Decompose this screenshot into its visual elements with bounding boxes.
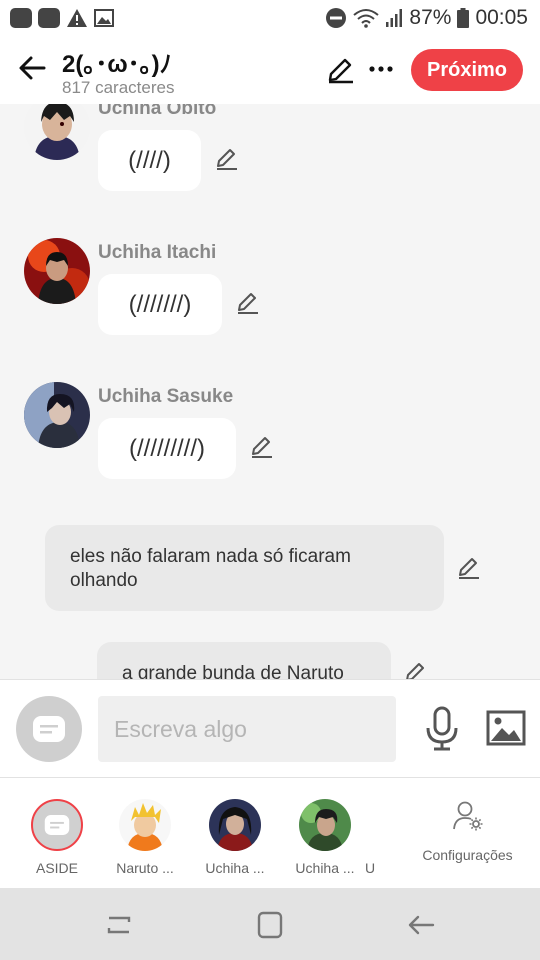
character-item[interactable]: ASIDE bbox=[11, 778, 101, 888]
user-settings-icon bbox=[453, 801, 483, 831]
character-portrait bbox=[24, 382, 90, 448]
image-icon[interactable] bbox=[486, 710, 526, 746]
message-bubble[interactable]: (///////) bbox=[98, 274, 222, 335]
avatar bbox=[119, 799, 171, 851]
more-options-button[interactable] bbox=[366, 54, 396, 84]
character-item[interactable]: Naruto ... bbox=[99, 778, 189, 888]
warning-icon bbox=[67, 9, 87, 27]
settings-label: Configurações bbox=[422, 847, 513, 863]
avatar bbox=[299, 799, 351, 851]
avatar bbox=[209, 799, 261, 851]
edit-message-icon[interactable] bbox=[403, 660, 429, 679]
message-input[interactable] bbox=[98, 696, 396, 762]
character-name: Uchiha Obito bbox=[98, 104, 217, 119]
character-item[interactable]: U bbox=[345, 778, 395, 888]
signal-icon bbox=[386, 9, 403, 27]
edit-message-icon[interactable] bbox=[214, 146, 240, 172]
character-label: Naruto ... bbox=[116, 860, 174, 876]
status-bar: 87% 00:05 bbox=[0, 0, 540, 36]
character-portrait bbox=[299, 799, 351, 851]
chat-bubble-icon bbox=[44, 815, 70, 835]
character-portrait bbox=[24, 238, 90, 304]
top-bar: 2(｡･ω･｡)ﾉ 817 caracteres Próximo bbox=[0, 36, 540, 104]
microphone-icon[interactable] bbox=[424, 706, 460, 752]
avatar[interactable] bbox=[24, 104, 90, 160]
edit-message-icon[interactable] bbox=[235, 290, 261, 316]
more-dots-icon bbox=[369, 66, 393, 72]
back-arrow-icon[interactable] bbox=[16, 52, 48, 84]
clock: 00:05 bbox=[475, 6, 528, 29]
wifi-icon bbox=[353, 9, 380, 28]
character-item[interactable]: Uchiha ... bbox=[189, 778, 279, 888]
next-button[interactable]: Próximo bbox=[411, 49, 523, 91]
battery-icon bbox=[457, 8, 470, 28]
composer-bar bbox=[0, 679, 540, 778]
chat-bubble-icon bbox=[33, 716, 65, 742]
edit-message-icon[interactable] bbox=[249, 434, 275, 460]
edit-icon[interactable] bbox=[326, 56, 356, 84]
narration-bubble[interactable]: eles não falaram nada só ficaram olhando bbox=[45, 525, 444, 611]
system-nav-bar bbox=[0, 888, 540, 960]
app-notification-icon bbox=[38, 8, 60, 28]
character-name: Uchiha Sasuke bbox=[98, 386, 234, 407]
page-title: 2(｡･ω･｡)ﾉ bbox=[62, 51, 172, 78]
app-notification-icon bbox=[10, 8, 32, 28]
notification-icons bbox=[10, 8, 114, 28]
system-back-icon[interactable] bbox=[405, 910, 437, 940]
character-portrait bbox=[24, 104, 90, 160]
avatar[interactable] bbox=[24, 382, 90, 448]
aside-selector-button[interactable] bbox=[16, 696, 82, 762]
narration-bubble[interactable]: a grande bunda de Naruto bbox=[97, 642, 391, 679]
do-not-disturb-icon bbox=[326, 8, 347, 28]
character-portrait bbox=[119, 799, 171, 851]
home-icon[interactable] bbox=[254, 910, 286, 940]
character-label: Uchiha ... bbox=[205, 860, 265, 876]
recent-apps-icon[interactable] bbox=[103, 910, 135, 940]
character-count: 817 caracteres bbox=[62, 78, 175, 97]
avatar bbox=[31, 799, 83, 851]
message-bubble[interactable]: (/////////) bbox=[98, 418, 236, 479]
battery-percent: 87% bbox=[409, 6, 452, 29]
character-portrait bbox=[209, 799, 261, 851]
edit-message-icon[interactable] bbox=[456, 555, 482, 581]
character-label: U bbox=[364, 860, 376, 876]
image-notification-icon bbox=[94, 9, 114, 27]
avatar[interactable] bbox=[24, 238, 90, 304]
character-label: ASIDE bbox=[35, 860, 78, 876]
settings-button[interactable]: Configurações bbox=[410, 778, 525, 888]
character-name: Uchiha Itachi bbox=[98, 242, 217, 263]
message-bubble[interactable]: (////) bbox=[98, 130, 201, 191]
status-right: 87% 00:05 bbox=[325, 6, 528, 30]
chat-area[interactable]: Uchiha Obito (////) Uchiha Itachi (/////… bbox=[0, 104, 540, 679]
character-selector: ASIDE Naruto ... Uchiha ... Uchiha ... U… bbox=[0, 778, 540, 888]
